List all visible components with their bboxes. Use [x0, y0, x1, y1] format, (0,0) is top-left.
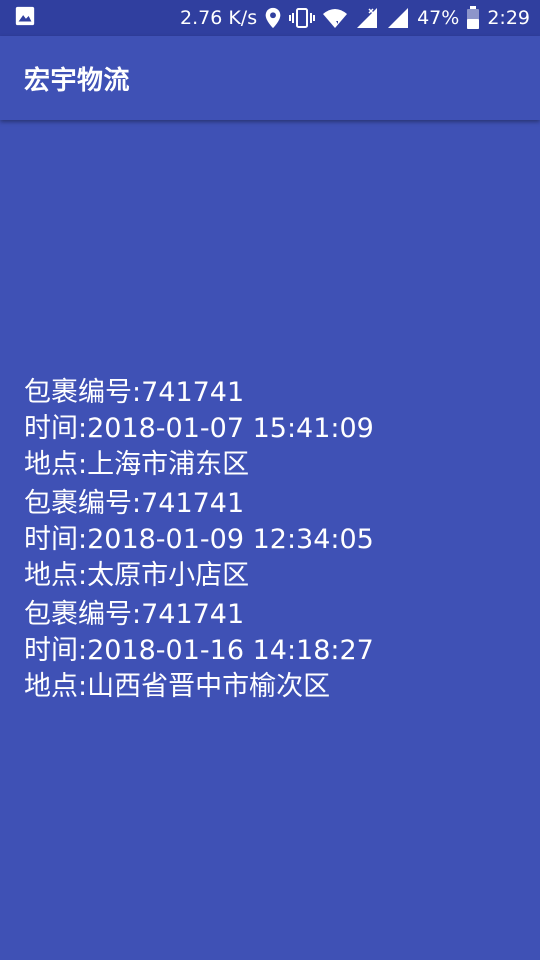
tracking-record: 包裹编号:741741 时间:2018-01-16 14:18:27 地点:山西…: [24, 597, 524, 705]
wifi-icon: [322, 7, 348, 29]
package-number: 包裹编号:741741: [24, 599, 245, 630]
app-title: 宏宇物流: [24, 65, 131, 96]
signal-icon: [355, 7, 379, 29]
network-speed: 2.76 K/s: [179, 7, 258, 29]
app-bar: 宏宇物流: [0, 36, 540, 120]
record-location: 地点:山西省晋中市榆次区: [24, 671, 331, 702]
status-bar: 2.76 K/s 47% 2:29: [0, 0, 540, 36]
record-location: 地点:太原市小店区: [24, 560, 250, 591]
status-time: 2:29: [487, 7, 530, 29]
signal-icon: [386, 7, 410, 29]
battery-percent: 47%: [417, 7, 460, 29]
image-icon: [14, 5, 36, 32]
record-time: 时间:2018-01-16 14:18:27: [24, 635, 374, 666]
vibrate-icon: [289, 7, 316, 29]
tracking-record: 包裹编号:741741 时间:2018-01-09 12:34:05 地点:太原…: [24, 486, 524, 594]
record-time: 时间:2018-01-07 15:41:09: [24, 413, 374, 444]
tracking-records: 包裹编号:741741 时间:2018-01-07 15:41:09 地点:上海…: [24, 375, 524, 708]
record-location: 地点:上海市浦东区: [24, 449, 250, 480]
status-left: [14, 5, 180, 32]
package-number: 包裹编号:741741: [24, 488, 245, 519]
status-right: 2.76 K/s 47% 2:29: [180, 6, 530, 30]
package-number: 包裹编号:741741: [24, 377, 245, 408]
location-icon: [264, 7, 282, 29]
battery-icon: [466, 6, 480, 30]
tracking-record: 包裹编号:741741 时间:2018-01-07 15:41:09 地点:上海…: [24, 375, 524, 483]
record-time: 时间:2018-01-09 12:34:05: [24, 524, 374, 555]
